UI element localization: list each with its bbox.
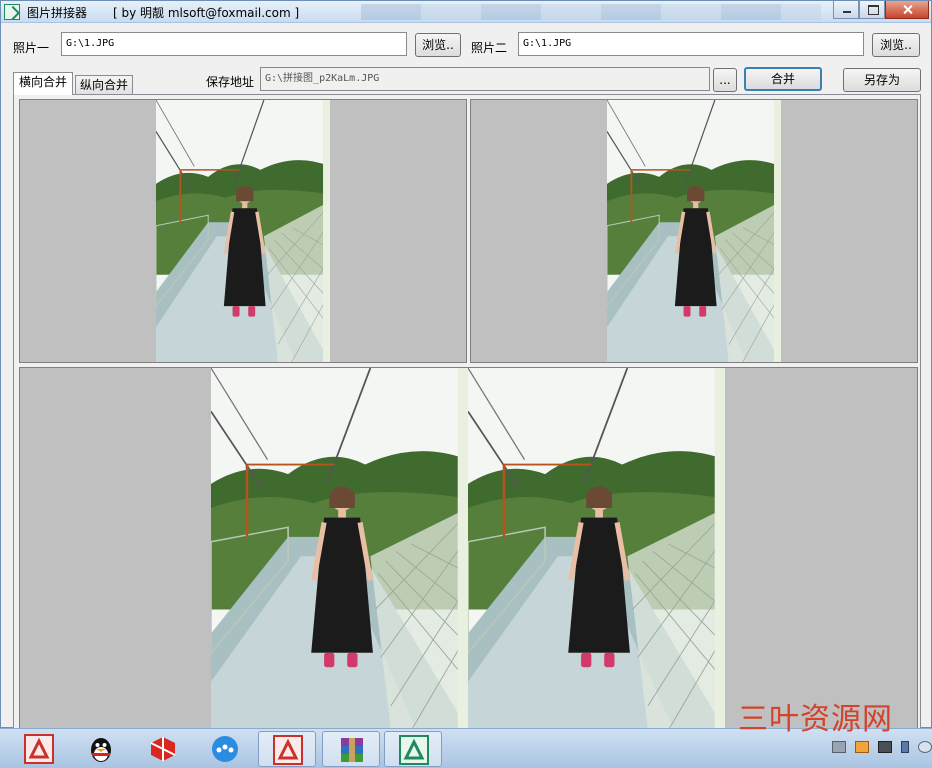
photo1-label: 照片一 <box>13 41 50 55</box>
system-tray <box>832 741 932 753</box>
taskbar-item-qq[interactable] <box>72 731 130 767</box>
winrar-icon <box>341 738 363 762</box>
merged-left-image <box>211 368 468 729</box>
merged-result-pane[interactable] <box>19 367 918 729</box>
title-bar[interactable]: 图片拼接器 [ by 明靓 mlsoft@foxmail.com ] <box>1 1 931 23</box>
taskbar-item-image-joiner-2[interactable] <box>258 731 316 767</box>
browse-photo1-button[interactable]: 浏览.. <box>415 33 461 57</box>
minimize-button[interactable] <box>833 1 859 19</box>
tab-vertical-merge[interactable]: 纵向合并 <box>75 75 133 95</box>
taskbar-item-sketchup[interactable] <box>134 731 192 767</box>
bridge-photo-graphic <box>468 368 725 729</box>
volume-icon[interactable] <box>918 741 932 753</box>
usb-icon[interactable] <box>901 741 909 753</box>
taskbar-item-winrar[interactable] <box>322 731 380 767</box>
photo1-path-input[interactable]: G:\1.JPG <box>61 32 407 56</box>
window-controls <box>833 1 929 19</box>
photo2-label: 照片二 <box>471 41 508 55</box>
save-as-button[interactable]: 另存为 <box>843 68 921 92</box>
photo2-preview-pane[interactable] <box>470 99 918 363</box>
app-window: 图片拼接器 [ by 明靓 mlsoft@foxmail.com ] 照片一 G… <box>0 0 932 729</box>
window-icon[interactable] <box>855 741 869 753</box>
bridge-photo-graphic <box>607 100 781 362</box>
background-window-ghost <box>361 4 821 20</box>
qq-penguin-icon <box>91 738 111 762</box>
watermark-text: 三叶资源网 <box>738 702 893 737</box>
image-joiner-red-icon <box>24 734 54 764</box>
window-title: 图片拼接器 <box>27 6 88 20</box>
taskbar-item-chat[interactable] <box>196 731 254 767</box>
taskbar-item-image-joiner[interactable] <box>10 731 68 767</box>
taskbar-item-image-joiner-active[interactable] <box>384 731 442 767</box>
battery-icon[interactable] <box>878 741 892 753</box>
window-credit: [ by 明靓 mlsoft@foxmail.com ] <box>113 6 300 20</box>
photo1-preview-pane[interactable] <box>19 99 467 363</box>
tab-horizontal-merge[interactable]: 横向合并 <box>13 72 73 95</box>
image-joiner-app-icon <box>4 4 20 20</box>
photo1-image <box>156 100 330 362</box>
save-path-input[interactable]: G:\拼接图_p2KaLm.JPG <box>260 67 710 91</box>
bridge-photo-graphic <box>156 100 330 362</box>
browse-photo2-button[interactable]: 浏览.. <box>872 33 920 57</box>
sketchup-icon <box>150 737 176 761</box>
close-button[interactable] <box>885 1 929 19</box>
keyboard-icon[interactable] <box>832 741 846 753</box>
chat-bubble-icon <box>212 736 238 762</box>
merge-button[interactable]: 合并 <box>744 67 822 91</box>
image-joiner-green-icon <box>399 735 429 765</box>
maximize-button[interactable] <box>859 1 885 19</box>
save-path-label: 保存地址 <box>206 75 255 89</box>
image-joiner-red-icon <box>273 735 303 765</box>
bridge-photo-graphic <box>211 368 468 729</box>
photo2-path-input[interactable]: G:\1.JPG <box>518 32 864 56</box>
save-path-browse-button[interactable]: ... <box>713 68 737 92</box>
merged-right-image <box>468 368 725 729</box>
photo2-image <box>607 100 781 362</box>
